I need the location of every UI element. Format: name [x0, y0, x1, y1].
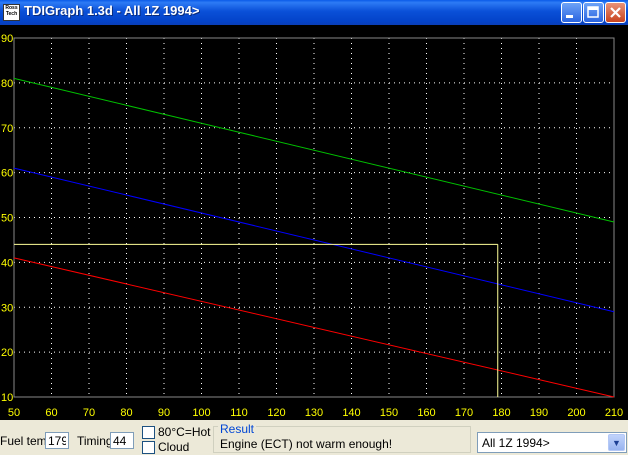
hot-checkbox[interactable] — [142, 426, 155, 439]
timing-label: Timing — [77, 434, 113, 448]
y-tick-label: 60 — [1, 168, 13, 180]
x-tick-label: 210 — [605, 407, 623, 419]
timing-input[interactable] — [110, 432, 134, 449]
fuel-temp-input[interactable] — [45, 432, 69, 449]
x-tick-label: 170 — [455, 407, 473, 419]
y-tick-label: 50 — [1, 213, 13, 225]
minimize-button[interactable] — [561, 2, 582, 23]
close-icon — [610, 7, 621, 18]
x-tick-label: 120 — [267, 407, 285, 419]
x-tick-label: 190 — [530, 407, 548, 419]
x-tick-label: 140 — [342, 407, 360, 419]
cloud-checkbox-label: Cloud — [158, 440, 190, 454]
hot-checkbox-label: 80°C=Hot — [158, 425, 211, 439]
maximize-button[interactable] — [583, 2, 604, 23]
window-title: TDIGraph 1.3d - All 1Z 1994> — [24, 3, 200, 18]
close-button[interactable] — [605, 2, 626, 23]
y-tick-label: 20 — [1, 347, 13, 359]
result-title: Result — [218, 422, 257, 436]
x-tick-label: 60 — [45, 407, 57, 419]
engine-select[interactable]: All 1Z 1994> ▼ — [477, 432, 627, 453]
x-tick-label: 130 — [305, 407, 323, 419]
x-tick-label: 90 — [158, 407, 170, 419]
graph-plot: 10 20 30 40 50 60 70 80 90 50 60 70 80 90 100 110 120 130… — [0, 25, 628, 420]
app-icon-text: Ross Tech — [5, 5, 18, 17]
x-tick-label: 160 — [417, 407, 435, 419]
series-line-2 — [13, 167, 615, 313]
engine-select-value: All 1Z 1994> — [482, 436, 550, 450]
y-tick-label: 90 — [1, 33, 13, 45]
y-tick-label: 40 — [1, 257, 13, 269]
cloud-checkbox[interactable] — [142, 441, 155, 454]
x-tick-label: 70 — [83, 407, 95, 419]
chevron-down-icon[interactable]: ▼ — [608, 434, 625, 451]
app-icon: Ross Tech — [3, 4, 20, 21]
maximize-icon — [587, 6, 599, 18]
y-tick-label: 30 — [1, 302, 13, 314]
y-tick-label: 80 — [1, 78, 13, 90]
y-tick-label: 70 — [1, 123, 13, 135]
minimize-icon — [566, 15, 573, 18]
x-tick-label: 150 — [380, 407, 398, 419]
bottom-toolbar: Fuel temp Timing 80°C=Hot Cloud Result E… — [0, 420, 628, 455]
y-tick-label: 10 — [1, 392, 13, 404]
x-tick-label: 180 — [492, 407, 510, 419]
x-tick-label: 100 — [192, 407, 210, 419]
series-line-1 — [13, 77, 615, 223]
x-tick-label: 110 — [230, 407, 248, 419]
x-tick-label: 200 — [567, 407, 585, 419]
x-tick-label: 50 — [8, 407, 20, 419]
result-message: Engine (ECT) not warm enough! — [220, 437, 393, 451]
title-bar[interactable]: Ross Tech TDIGraph 1.3d - All 1Z 1994> — [0, 0, 628, 25]
x-tick-label: 80 — [120, 407, 132, 419]
